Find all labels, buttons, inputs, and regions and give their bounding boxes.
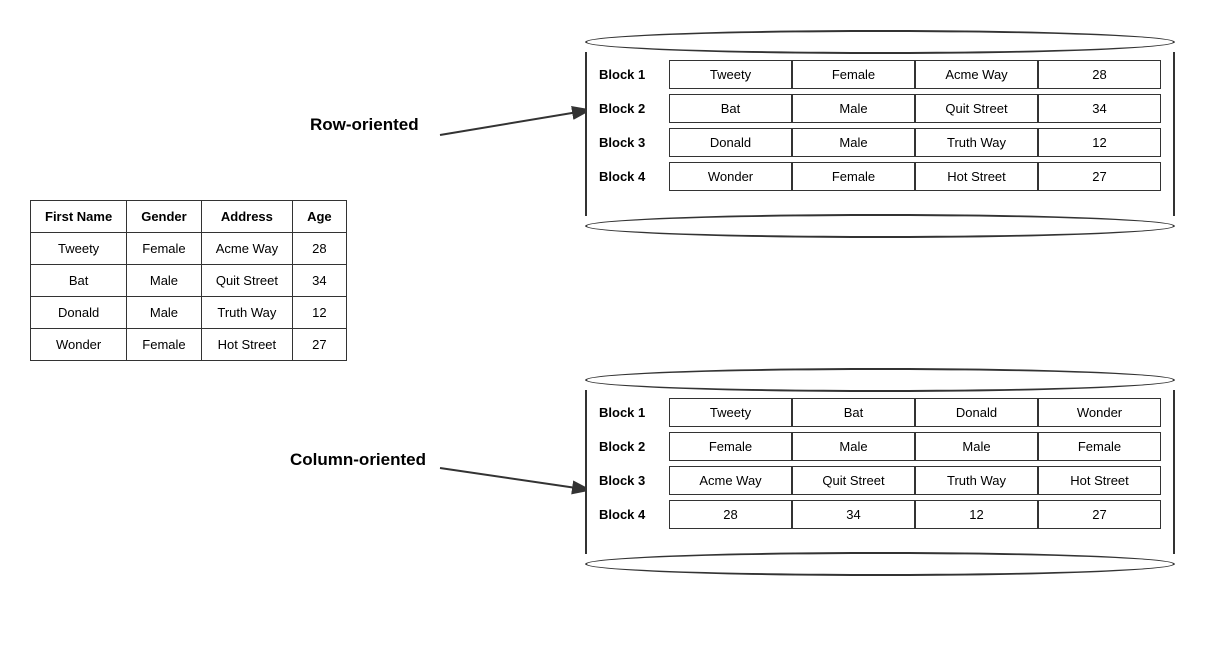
block-cell: Female <box>792 162 915 191</box>
block-row: Block 2BatMaleQuit Street34 <box>599 94 1161 123</box>
block-row: Block 428341227 <box>599 500 1161 529</box>
block-cells: TweetyFemaleAcme Way28 <box>669 60 1161 89</box>
block-cell: Donald <box>915 398 1038 427</box>
block-label: Block 3 <box>599 135 669 150</box>
block-label: Block 1 <box>599 67 669 82</box>
col-header-firstname: First Name <box>31 201 127 233</box>
block-label: Block 4 <box>599 507 669 522</box>
block-row: Block 4WonderFemaleHot Street27 <box>599 162 1161 191</box>
block-row: Block 1TweetyFemaleAcme Way28 <box>599 60 1161 89</box>
table-cell: 12 <box>293 297 347 329</box>
block-cell: Wonder <box>669 162 792 191</box>
block-cell: 12 <box>1038 128 1161 157</box>
source-table-wrapper: First Name Gender Address Age TweetyFema… <box>30 200 347 361</box>
block-label: Block 4 <box>599 169 669 184</box>
table-cell: Truth Way <box>201 297 292 329</box>
table-cell: Tweety <box>31 233 127 265</box>
block-cell: Acme Way <box>915 60 1038 89</box>
block-cell: 27 <box>1038 500 1161 529</box>
block-cells: 28341227 <box>669 500 1161 529</box>
row-cylinder: Block 1TweetyFemaleAcme Way28Block 2BatM… <box>585 30 1175 238</box>
col-header-address: Address <box>201 201 292 233</box>
table-cell: 27 <box>293 329 347 361</box>
block-row: Block 1TweetyBatDonaldWonder <box>599 398 1161 427</box>
table-cell: Acme Way <box>201 233 292 265</box>
block-cells: DonaldMaleTruth Way12 <box>669 128 1161 157</box>
row-oriented-label: Row-oriented <box>310 115 419 135</box>
block-cell: Bat <box>669 94 792 123</box>
block-cell: Quit Street <box>915 94 1038 123</box>
block-cell: Female <box>669 432 792 461</box>
block-cell: Tweety <box>669 398 792 427</box>
block-cell: Wonder <box>1038 398 1161 427</box>
table-cell: 28 <box>293 233 347 265</box>
block-row: Block 3DonaldMaleTruth Way12 <box>599 128 1161 157</box>
table-cell: Female <box>127 329 202 361</box>
col-header-age: Age <box>293 201 347 233</box>
block-cell: Truth Way <box>915 128 1038 157</box>
main-container: First Name Gender Address Age TweetyFema… <box>0 0 1227 657</box>
block-cell: 28 <box>669 500 792 529</box>
block-cells: FemaleMaleMaleFemale <box>669 432 1161 461</box>
col-header-gender: Gender <box>127 201 202 233</box>
block-cells: Acme WayQuit StreetTruth WayHot Street <box>669 466 1161 495</box>
block-label: Block 2 <box>599 439 669 454</box>
block-cell: Bat <box>792 398 915 427</box>
table-cell: Quit Street <box>201 265 292 297</box>
block-cells: BatMaleQuit Street34 <box>669 94 1161 123</box>
block-label: Block 1 <box>599 405 669 420</box>
block-cell: Female <box>792 60 915 89</box>
block-cell: Hot Street <box>1038 466 1161 495</box>
table-cell: Donald <box>31 297 127 329</box>
block-cell: 27 <box>1038 162 1161 191</box>
block-cells: TweetyBatDonaldWonder <box>669 398 1161 427</box>
table-cell: 34 <box>293 265 347 297</box>
block-cell: Tweety <box>669 60 792 89</box>
block-cell: Male <box>792 94 915 123</box>
block-cell: 28 <box>1038 60 1161 89</box>
block-cell: Hot Street <box>915 162 1038 191</box>
column-oriented-label: Column-oriented <box>290 450 426 470</box>
block-cell: Male <box>792 432 915 461</box>
block-cell: Female <box>1038 432 1161 461</box>
block-cell: Donald <box>669 128 792 157</box>
table-cell: Bat <box>31 265 127 297</box>
block-cell: 12 <box>915 500 1038 529</box>
block-cell: 34 <box>1038 94 1161 123</box>
block-row: Block 2FemaleMaleMaleFemale <box>599 432 1161 461</box>
block-cell: Acme Way <box>669 466 792 495</box>
block-cell: Male <box>915 432 1038 461</box>
block-cells: WonderFemaleHot Street27 <box>669 162 1161 191</box>
block-cell: Male <box>792 128 915 157</box>
table-cell: Male <box>127 297 202 329</box>
block-cell: Quit Street <box>792 466 915 495</box>
table-cell: Wonder <box>31 329 127 361</box>
table-cell: Female <box>127 233 202 265</box>
table-cell: Hot Street <box>201 329 292 361</box>
block-cell: Truth Way <box>915 466 1038 495</box>
block-row: Block 3Acme WayQuit StreetTruth WayHot S… <box>599 466 1161 495</box>
col-cylinder: Block 1TweetyBatDonaldWonderBlock 2Femal… <box>585 368 1175 576</box>
block-label: Block 2 <box>599 101 669 116</box>
source-table: First Name Gender Address Age TweetyFema… <box>30 200 347 361</box>
table-cell: Male <box>127 265 202 297</box>
block-label: Block 3 <box>599 473 669 488</box>
block-cell: 34 <box>792 500 915 529</box>
